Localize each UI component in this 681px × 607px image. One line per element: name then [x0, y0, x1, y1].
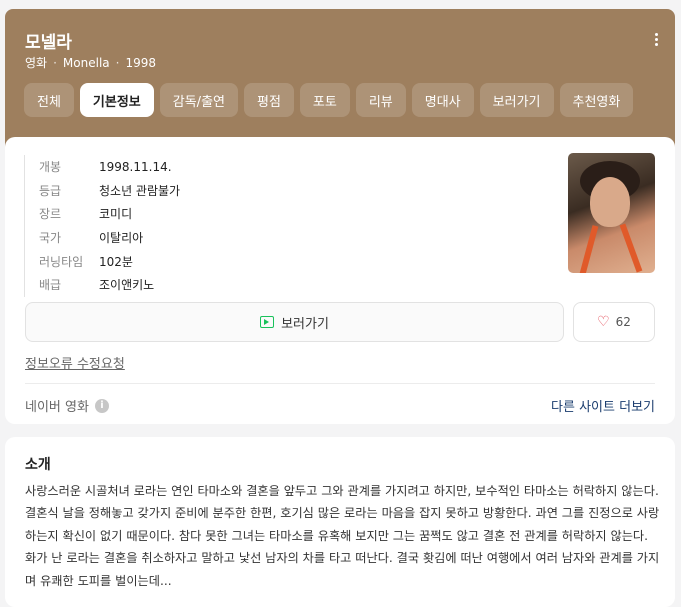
heart-icon: ♡	[597, 314, 610, 330]
separator-dot: ·	[115, 55, 120, 70]
info-row: 배급 조이앤키노	[39, 278, 155, 293]
info-row: 등급 청소년 관람불가	[39, 183, 181, 198]
tab-cast-crew[interactable]: 감독/출연	[159, 83, 238, 117]
info-table: 개봉 1998.11.14. 등급 청소년 관람불가 장르 코미디 국가 이탈리아 러닝…	[24, 155, 180, 297]
watch-label: 보러가기	[281, 316, 329, 332]
tab-reviews[interactable]: 리뷰	[355, 83, 406, 117]
info-row: 러닝타임 102분	[39, 254, 133, 269]
info-row: 장르 코미디	[39, 207, 133, 222]
play-icon	[260, 316, 275, 328]
like-count: 62	[615, 315, 631, 329]
tab-all[interactable]: 전체	[24, 83, 74, 117]
intro-title: 소개	[25, 457, 51, 473]
intro-text: 사랑스러운 시골처녀 로라는 연인 타마소와 결혼을 앞두고 그와 관계를 가지…	[25, 484, 660, 588]
page-title: 모넬라	[25, 33, 72, 53]
release-year: 1998	[125, 55, 157, 70]
info-row: 국가 이탈리아	[39, 231, 144, 246]
info-icon[interactable]: i	[94, 398, 109, 413]
watch-button[interactable]: 보러가기	[25, 302, 564, 342]
source-label: 네이버 영화 i	[25, 396, 109, 415]
report-error-link[interactable]: 정보오류 수정요청	[25, 353, 125, 372]
intro-card: 소개 사랑스러운 시골처녀 로라는 연인 타마소와 결혼을 앞두고 그와 관계를…	[5, 437, 675, 607]
more-options-icon[interactable]	[655, 33, 659, 48]
tab-watch[interactable]: 보러가기	[479, 83, 554, 117]
tab-quotes[interactable]: 명대사	[411, 83, 474, 117]
tab-photos[interactable]: 포토	[299, 83, 350, 117]
movie-poster[interactable]	[568, 153, 655, 273]
info-row: 개봉 1998.11.14.	[39, 159, 172, 175]
more-sites-link[interactable]: 다른 사이트 더보기	[551, 396, 655, 415]
basic-info-card: 개봉 1998.11.14. 등급 청소년 관람불가 장르 코미디 국가 이탈리아 러닝…	[5, 137, 675, 424]
movie-subtitle: 영화 · Monella · 1998	[25, 54, 156, 71]
tab-bar: 전체 기본정보 감독/출연 평점 포토 리뷰 명대사 보러가기 추천영화	[24, 83, 634, 117]
separator-dot: ·	[53, 55, 57, 70]
content-type: 영화	[25, 56, 48, 70]
divider	[25, 383, 655, 384]
tab-basic-info[interactable]: 기본정보	[79, 83, 154, 117]
like-button[interactable]: ♡ 62	[573, 302, 655, 342]
original-title: Monella	[62, 55, 110, 70]
tab-recommended[interactable]: 추천영화	[559, 83, 634, 117]
tab-ratings[interactable]: 평점	[244, 83, 294, 117]
